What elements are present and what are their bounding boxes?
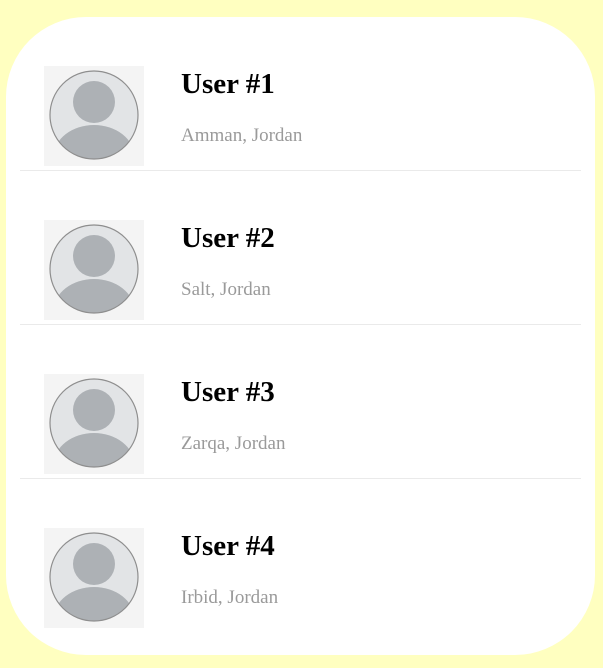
user-placeholder-icon bbox=[49, 378, 139, 468]
user-list-item[interactable]: User #3 Zarqa, Jordan bbox=[20, 325, 581, 479]
user-list: User #1 Amman, Jordan User #2 Salt, Jord… bbox=[20, 17, 581, 632]
avatar bbox=[44, 220, 144, 320]
user-location: Zarqa, Jordan bbox=[181, 433, 286, 454]
user-name: User #3 bbox=[181, 376, 275, 408]
user-list-item[interactable]: User #1 Amman, Jordan bbox=[20, 17, 581, 171]
user-list-item[interactable]: User #2 Salt, Jordan bbox=[20, 171, 581, 325]
user-name: User #2 bbox=[181, 222, 275, 254]
user-location: Salt, Jordan bbox=[181, 279, 271, 300]
user-placeholder-icon bbox=[49, 70, 139, 160]
avatar bbox=[44, 528, 144, 628]
user-name: User #1 bbox=[181, 68, 275, 100]
user-list-card: User #1 Amman, Jordan User #2 Salt, Jord… bbox=[6, 17, 595, 655]
avatar bbox=[44, 374, 144, 474]
user-location: Amman, Jordan bbox=[181, 125, 303, 146]
avatar bbox=[44, 66, 144, 166]
user-placeholder-icon bbox=[49, 224, 139, 314]
user-placeholder-icon bbox=[49, 532, 139, 622]
user-location: Irbid, Jordan bbox=[181, 587, 279, 608]
user-list-item[interactable]: User #4 Irbid, Jordan bbox=[20, 479, 581, 632]
user-name: User #4 bbox=[181, 530, 275, 562]
